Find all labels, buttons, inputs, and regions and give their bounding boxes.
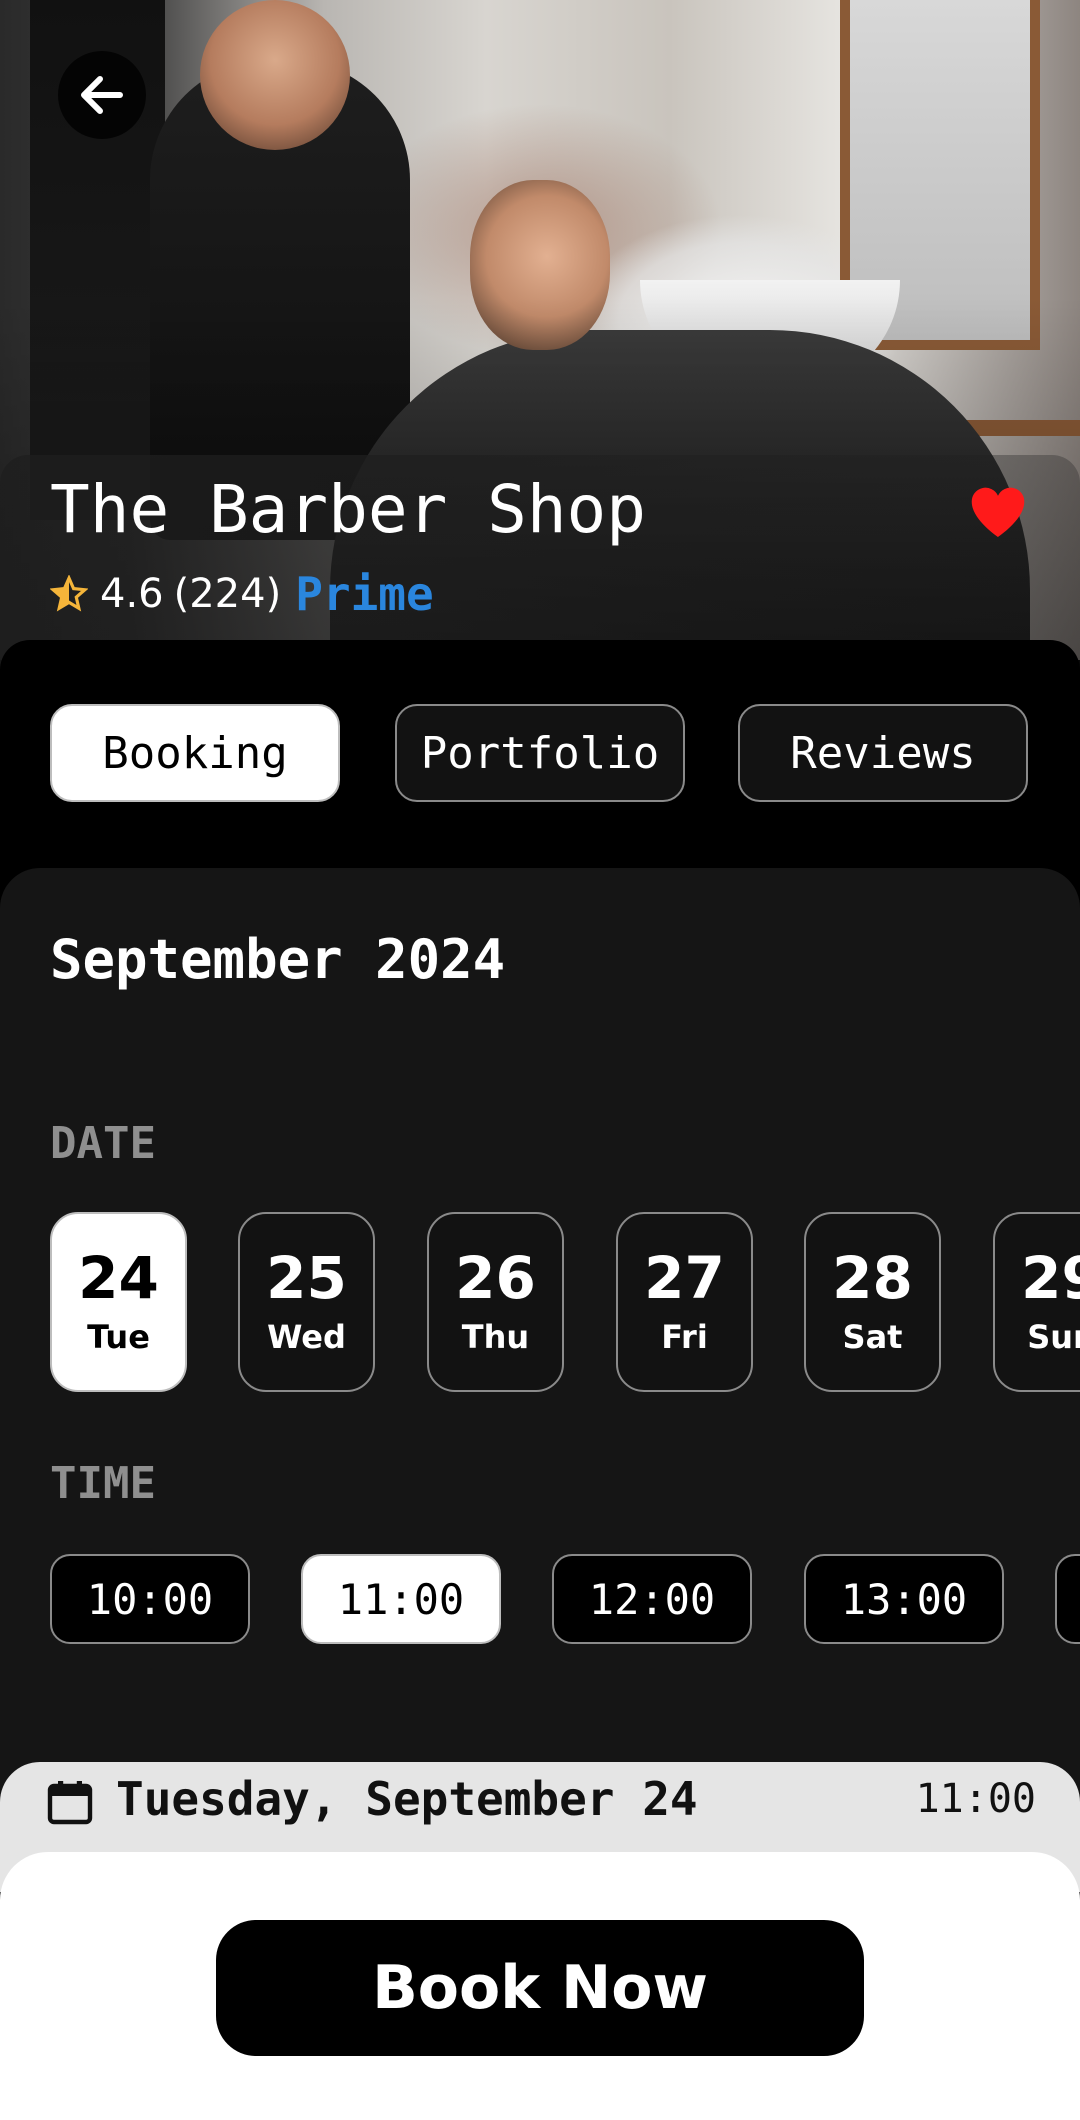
arrow-left-icon [81, 76, 123, 114]
book-now-button[interactable]: Book Now [216, 1920, 864, 2056]
back-button[interactable] [58, 51, 146, 139]
reviews-count[interactable]: (224) [174, 571, 282, 617]
date-option[interactable]: 24 Tue [50, 1212, 187, 1392]
time-section-label: TIME [50, 1458, 156, 1509]
date-day: 26 [455, 1244, 536, 1312]
summary-time: 11:00 [915, 1776, 1036, 1822]
heart-icon[interactable] [968, 484, 1028, 540]
tab-portfolio[interactable]: Portfolio [395, 704, 685, 802]
footer-bar: Book Now [0, 1852, 1080, 2120]
summary-date: Tuesday, September 24 [116, 1772, 698, 1826]
date-option[interactable]: 25 Wed [238, 1212, 375, 1392]
date-option[interactable]: 28 Sat [804, 1212, 941, 1392]
calendar-icon [47, 1781, 93, 1825]
date-day: 29 [1021, 1244, 1080, 1312]
date-section-label: DATE [50, 1118, 156, 1169]
date-option[interactable]: 26 Thu [427, 1212, 564, 1392]
time-option[interactable]: 11:00 [301, 1554, 501, 1644]
time-option[interactable]: 12:00 [552, 1554, 752, 1644]
prime-badge: Prime [295, 567, 434, 621]
rating-value: 4.6 [100, 571, 164, 617]
rating-row: 4.6 (224) Prime [50, 566, 434, 622]
date-day: 25 [266, 1244, 347, 1312]
date-weekday: Fri [661, 1318, 708, 1356]
date-weekday: Wed [267, 1318, 346, 1356]
date-weekday: Sun [1027, 1318, 1080, 1356]
date-weekday: Thu [461, 1318, 530, 1356]
date-day: 24 [78, 1244, 159, 1312]
time-picker: 10:00 11:00 12:00 13:00 [50, 1554, 1080, 1644]
date-picker: 24 Tue 25 Wed 26 Thu 27 Fri 28 Sat 29 Su… [50, 1212, 1080, 1392]
date-option[interactable]: 29 Sun [993, 1212, 1080, 1392]
time-option[interactable]: 13:00 [804, 1554, 1004, 1644]
date-option[interactable]: 27 Fri [616, 1212, 753, 1392]
date-weekday: Sat [842, 1318, 903, 1356]
time-option[interactable] [1055, 1554, 1080, 1644]
month-title: September 2024 [50, 928, 506, 991]
half-star-icon [50, 575, 88, 612]
time-option[interactable]: 10:00 [50, 1554, 250, 1644]
tab-booking[interactable]: Booking [50, 704, 340, 802]
date-day: 28 [832, 1244, 913, 1312]
date-weekday: Tue [87, 1318, 150, 1356]
tab-reviews[interactable]: Reviews [738, 704, 1028, 802]
shop-title: The Barber Shop [50, 471, 647, 548]
date-day: 27 [644, 1244, 725, 1312]
